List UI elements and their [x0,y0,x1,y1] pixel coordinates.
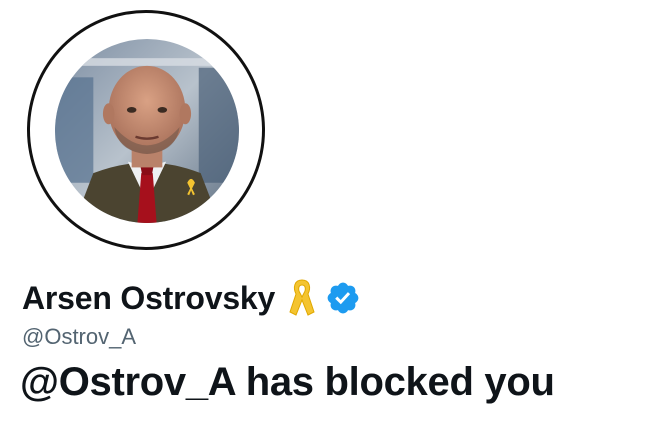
avatar-image [55,39,239,223]
yellow-ribbon-icon [289,279,315,316]
display-name: Arsen Ostrovsky [22,279,276,316]
blocked-message: @Ostrov_A has blocked you [20,360,555,404]
profile-avatar-frame[interactable] [27,10,265,250]
verified-badge-icon[interactable] [325,280,361,316]
profile-name-row: Arsen Ostrovsky [22,274,361,322]
avatar[interactable] [51,35,243,227]
profile-handle: @Ostrov_A [22,324,137,349]
